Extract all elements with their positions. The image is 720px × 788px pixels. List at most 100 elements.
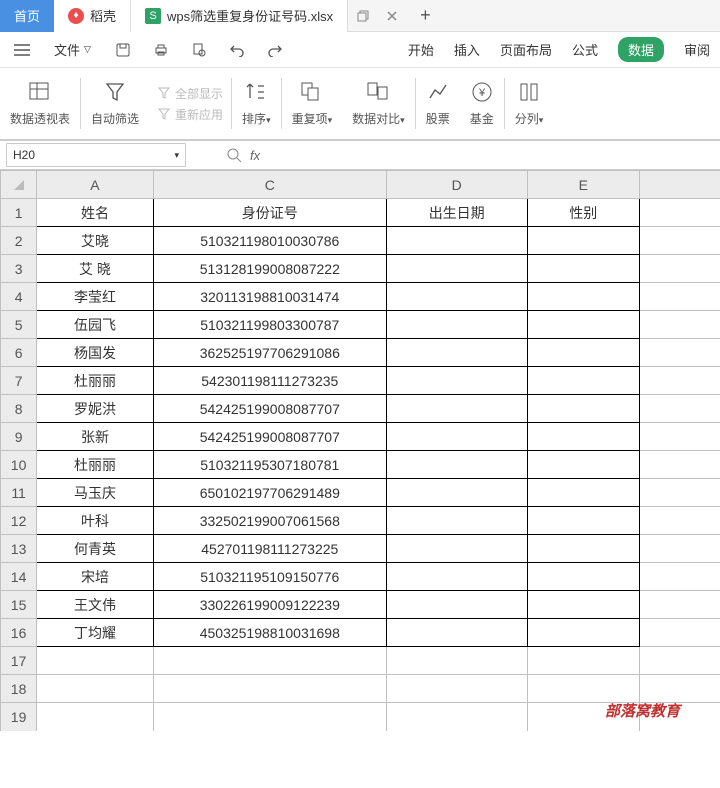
cell[interactable] [386, 255, 527, 283]
cell[interactable]: 452701198111273225 [153, 535, 386, 563]
cell[interactable] [640, 619, 720, 647]
save-icon[interactable] [111, 38, 135, 62]
redo-icon[interactable] [263, 39, 287, 61]
cell[interactable] [527, 451, 640, 479]
cell[interactable]: 何青英 [37, 535, 154, 563]
row-header[interactable]: 1 [1, 199, 37, 227]
cell[interactable] [527, 227, 640, 255]
cell[interactable]: 艾 晓 [37, 255, 154, 283]
cell[interactable] [527, 367, 640, 395]
col-header-D[interactable]: D [386, 171, 527, 199]
ribbon-split[interactable]: 分列▾ [505, 72, 554, 135]
cell[interactable]: 杨国发 [37, 339, 154, 367]
cell[interactable] [386, 283, 527, 311]
cell[interactable] [527, 255, 640, 283]
row-header[interactable]: 6 [1, 339, 37, 367]
cell[interactable]: 542425199008087707 [153, 423, 386, 451]
tab-layout[interactable]: 页面布局 [500, 40, 552, 59]
cell[interactable]: 艾晓 [37, 227, 154, 255]
cell[interactable] [640, 367, 720, 395]
cell[interactable] [386, 619, 527, 647]
cell[interactable]: 332502199007061568 [153, 507, 386, 535]
col-header-A[interactable]: A [37, 171, 154, 199]
row-header[interactable]: 3 [1, 255, 37, 283]
tab-review[interactable]: 审阅 [684, 40, 710, 59]
tab-docx[interactable]: ♦ 稻壳 [54, 0, 130, 32]
cell[interactable]: 姓名 [37, 199, 154, 227]
ribbon-auto-filter[interactable]: 自动筛选 [81, 72, 149, 135]
cell[interactable] [386, 367, 527, 395]
cell[interactable] [386, 339, 527, 367]
cell[interactable] [386, 535, 527, 563]
cell[interactable] [386, 563, 527, 591]
cell[interactable]: 身份证号 [153, 199, 386, 227]
cell[interactable] [527, 507, 640, 535]
row-header[interactable]: 5 [1, 311, 37, 339]
cell[interactable]: 杜丽丽 [37, 451, 154, 479]
cell[interactable] [527, 311, 640, 339]
row-header[interactable]: 12 [1, 507, 37, 535]
cell[interactable] [640, 535, 720, 563]
ribbon-compare[interactable]: 数据对比▾ [342, 72, 415, 135]
cell[interactable]: 510321195307180781 [153, 451, 386, 479]
cell[interactable] [153, 675, 386, 703]
name-box[interactable]: H20 ▾ [6, 143, 186, 167]
cell[interactable] [640, 395, 720, 423]
print-preview-icon[interactable] [187, 38, 211, 62]
cell[interactable] [527, 591, 640, 619]
tab-start[interactable]: 开始 [408, 40, 434, 59]
cell[interactable]: 伍园飞 [37, 311, 154, 339]
cell[interactable] [386, 591, 527, 619]
row-header[interactable]: 2 [1, 227, 37, 255]
cell[interactable] [527, 395, 640, 423]
cell[interactable] [386, 507, 527, 535]
fx-label[interactable]: fx [250, 148, 260, 163]
cell[interactable]: 性别 [527, 199, 640, 227]
cell[interactable] [640, 255, 720, 283]
cell[interactable]: 510321199803300787 [153, 311, 386, 339]
row-header[interactable]: 4 [1, 283, 37, 311]
cell[interactable] [640, 507, 720, 535]
row-header[interactable]: 15 [1, 591, 37, 619]
cell[interactable]: 542301198111273235 [153, 367, 386, 395]
row-header[interactable]: 9 [1, 423, 37, 451]
spreadsheet-grid[interactable]: A C D E 1姓名身份证号出生日期性别2艾晓5103211980100307… [0, 170, 720, 731]
cell[interactable] [527, 535, 640, 563]
cell[interactable] [386, 703, 527, 731]
cell[interactable] [640, 647, 720, 675]
col-header-F[interactable] [640, 171, 720, 199]
cell[interactable] [527, 563, 640, 591]
tab-data[interactable]: 数据 [618, 37, 664, 62]
cell[interactable] [153, 647, 386, 675]
cell[interactable]: 450325198810031698 [153, 619, 386, 647]
cell[interactable] [640, 283, 720, 311]
cell[interactable] [37, 675, 154, 703]
cell[interactable] [527, 675, 640, 703]
window-restore-icon[interactable] [348, 9, 378, 23]
print-icon[interactable] [149, 38, 173, 62]
col-header-E[interactable]: E [527, 171, 640, 199]
cell[interactable] [386, 423, 527, 451]
ribbon-reapply[interactable]: 重新应用 [157, 106, 223, 123]
cell[interactable] [386, 227, 527, 255]
cell[interactable] [386, 395, 527, 423]
cell[interactable] [640, 563, 720, 591]
search-icon[interactable] [226, 147, 242, 163]
cell[interactable] [640, 591, 720, 619]
cell[interactable] [640, 199, 720, 227]
cell[interactable] [527, 283, 640, 311]
hamburger-icon[interactable] [10, 39, 34, 61]
cell[interactable]: 510321198010030786 [153, 227, 386, 255]
cell[interactable] [640, 451, 720, 479]
cell[interactable] [386, 647, 527, 675]
row-header[interactable]: 17 [1, 647, 37, 675]
ribbon-show-all[interactable]: 全部显示 [157, 85, 223, 102]
row-header[interactable]: 10 [1, 451, 37, 479]
cell[interactable] [640, 479, 720, 507]
tab-formula[interactable]: 公式 [572, 40, 598, 59]
cell[interactable] [640, 423, 720, 451]
close-tab-icon[interactable] [378, 10, 406, 22]
cell[interactable] [37, 647, 154, 675]
cell[interactable]: 513128199008087222 [153, 255, 386, 283]
ribbon-pivot-table[interactable]: 数据透视表 [0, 72, 80, 135]
